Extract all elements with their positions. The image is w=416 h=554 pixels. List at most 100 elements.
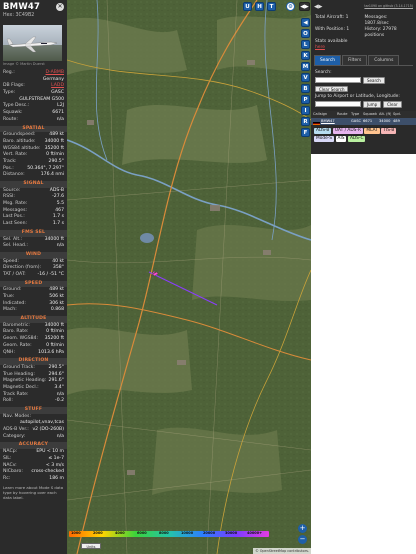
column-header[interactable]: Callsign — [311, 111, 335, 118]
section-header-signal[interactable]: SIGNAL — [0, 181, 67, 188]
info-row: Groundspeed: 489 kt — [0, 132, 67, 139]
version-link[interactable]: tar1090 on github (3.14.1715) — [364, 4, 413, 8]
source-badge: UAT / ADS-R — [332, 127, 363, 134]
collapse-arrows-icon[interactable]: ◀▶ — [314, 4, 322, 10]
map-button-t[interactable]: T — [267, 2, 276, 11]
info-value: 3.4° — [54, 384, 64, 390]
map-side-button[interactable]: O — [301, 29, 310, 38]
section-header-altitude[interactable]: ALTITUDE — [0, 316, 67, 323]
map-attribution[interactable]: © OpenStreetMap contributors. — [253, 548, 311, 554]
info-row: Mach: 0.868 — [0, 307, 67, 314]
settings-gear-icon[interactable]: ⚙ — [286, 2, 295, 11]
aircraft-photo[interactable] — [3, 25, 62, 61]
table-row[interactable]: BMW47 GASC 6671 34000 489 — [311, 117, 416, 125]
column-header[interactable]: Alt. (ft) — [377, 111, 391, 118]
info-label: Roll: — [3, 398, 13, 404]
info-label: Last Seen: — [3, 221, 28, 227]
info-label: Msg. Rate: — [3, 201, 28, 207]
section-header-wind[interactable]: WIND — [0, 251, 67, 259]
section-header-direction[interactable]: DIRECTION — [0, 358, 67, 365]
info-value: 0.868 — [50, 307, 64, 313]
legend-label: 2000 — [93, 530, 103, 535]
section-header-fms-sel[interactable]: FMS SEL — [0, 229, 67, 237]
map-side-button[interactable]: F — [301, 128, 310, 137]
info-row: Sel. Head.: n/a — [0, 243, 67, 250]
info-value: 290.5° — [48, 364, 64, 370]
right-topbar: ◀▶ tar1090 on github (3.14.1715) — [311, 0, 416, 13]
info-row: Baro. altitude: 34000 ft — [0, 139, 67, 146]
map-side-button[interactable]: I — [301, 106, 310, 115]
jump-button[interactable]: Jump — [363, 101, 382, 108]
stats-link[interactable]: here — [315, 45, 325, 50]
toggle-sidebar-icon[interactable]: ◀▶ — [299, 2, 310, 11]
info-row: Ground: 489 kt — [0, 287, 67, 294]
info-row: TAT / OAT: -16 / -51 °C — [0, 272, 67, 279]
info-row: Direction (from): 358° — [0, 265, 67, 272]
panel-tabs: Search Filters Columns — [314, 55, 413, 66]
map-side-button[interactable]: L — [301, 40, 310, 49]
clear-button[interactable]: Clear — [383, 101, 402, 108]
map-side-button[interactable]: M — [301, 62, 310, 71]
map-side-button[interactable]: V — [301, 73, 310, 82]
clear-search-button[interactable]: Clear Search — [315, 85, 349, 92]
info-value: 1.7 s — [52, 221, 64, 227]
info-label: Track: — [3, 158, 17, 164]
info-row: Vert. Rate: 0 ft/min — [0, 152, 67, 159]
info-row: Reg.: D-ABMB — [0, 70, 67, 77]
info-value: 489 kt — [49, 132, 64, 138]
map-side-button[interactable]: ◀ — [301, 18, 310, 27]
aircraft-list-panel: ◀▶ tar1090 on github (3.14.1715) Total A… — [311, 0, 416, 554]
info-value: 489 kt — [49, 287, 64, 293]
info-label: Type: — [3, 90, 16, 96]
map-view[interactable]: U H T ⚙ ◀▶ ◀ O L K M V B P I R F + − 1000 2000 4000 6… — [67, 0, 311, 554]
info-row: True: 506 kt — [0, 294, 67, 301]
legend-label: 30000 — [225, 530, 238, 535]
tab-search[interactable]: Search — [314, 55, 342, 65]
message-rate: 1807.8/sec — [364, 20, 389, 26]
zoom-out-button[interactable]: − — [298, 535, 307, 544]
info-value: cross-checked — [31, 469, 64, 475]
info-value: n/a — [56, 243, 64, 249]
map-side-button[interactable]: R — [301, 117, 310, 126]
map-button-u[interactable]: U — [243, 2, 252, 11]
info-row: Track: 290.5° — [0, 159, 67, 166]
tab-filters[interactable]: Filters — [342, 55, 368, 65]
section-header-stuff[interactable]: STUFF — [0, 407, 67, 414]
column-header[interactable]: Type — [349, 111, 361, 118]
tab-columns[interactable]: Columns — [368, 55, 400, 65]
column-header[interactable]: Spd. — [391, 111, 404, 118]
info-label: Vert. Rate: — [3, 152, 28, 158]
search-input[interactable] — [315, 77, 361, 84]
info-value: -0.2 — [55, 398, 64, 404]
map-side-button[interactable]: P — [301, 95, 310, 104]
search-button[interactable]: Search — [363, 77, 385, 84]
close-icon[interactable]: ✕ — [56, 3, 64, 11]
info-label: ADS-B Ver.: — [3, 427, 29, 433]
info-value: 291.6° — [48, 378, 64, 384]
info-row: Roll: -0.2 — [0, 398, 67, 405]
info-label: True: — [3, 294, 15, 299]
info-row: Magnetic Heading: 291.6° — [0, 378, 67, 385]
info-label: Geom. Rate: — [3, 342, 32, 348]
stats-block: Total Aircraft: 1 Messages: 1807.8/sec Wi… — [315, 15, 397, 50]
jump-input[interactable] — [315, 101, 361, 108]
aircraft-info-panel: BMW47 Hex: 3C49B2 ✕ Image © Martin Duers… — [0, 0, 67, 554]
zoom-in-button[interactable]: + — [298, 524, 307, 533]
map-button-h[interactable]: H — [255, 2, 264, 11]
units-button[interactable]: Units — [81, 543, 101, 549]
jump-label: Jump to Airport or Latitude, Longitude: — [315, 94, 400, 99]
with-position: 1 — [346, 27, 350, 32]
info-label: Ground Track: — [3, 364, 35, 370]
map-side-button[interactable]: B — [301, 84, 310, 93]
info-label: NICbaro: — [3, 469, 23, 475]
info-value: 0 ft/min — [46, 152, 64, 158]
map-side-button[interactable]: K — [301, 51, 310, 60]
info-value: v2 (DO-260B) — [32, 427, 64, 433]
info-label: QNH: — [3, 349, 16, 355]
legend-label: 10000 — [181, 530, 194, 535]
aircraft-header: BMW47 Hex: 3C49B2 ✕ — [0, 0, 67, 22]
source-badge: AIS — [335, 135, 347, 142]
column-header[interactable]: Route — [335, 111, 349, 118]
info-value[interactable]: D-ABMB — [45, 70, 64, 77]
column-header[interactable]: Squawk — [361, 111, 377, 118]
